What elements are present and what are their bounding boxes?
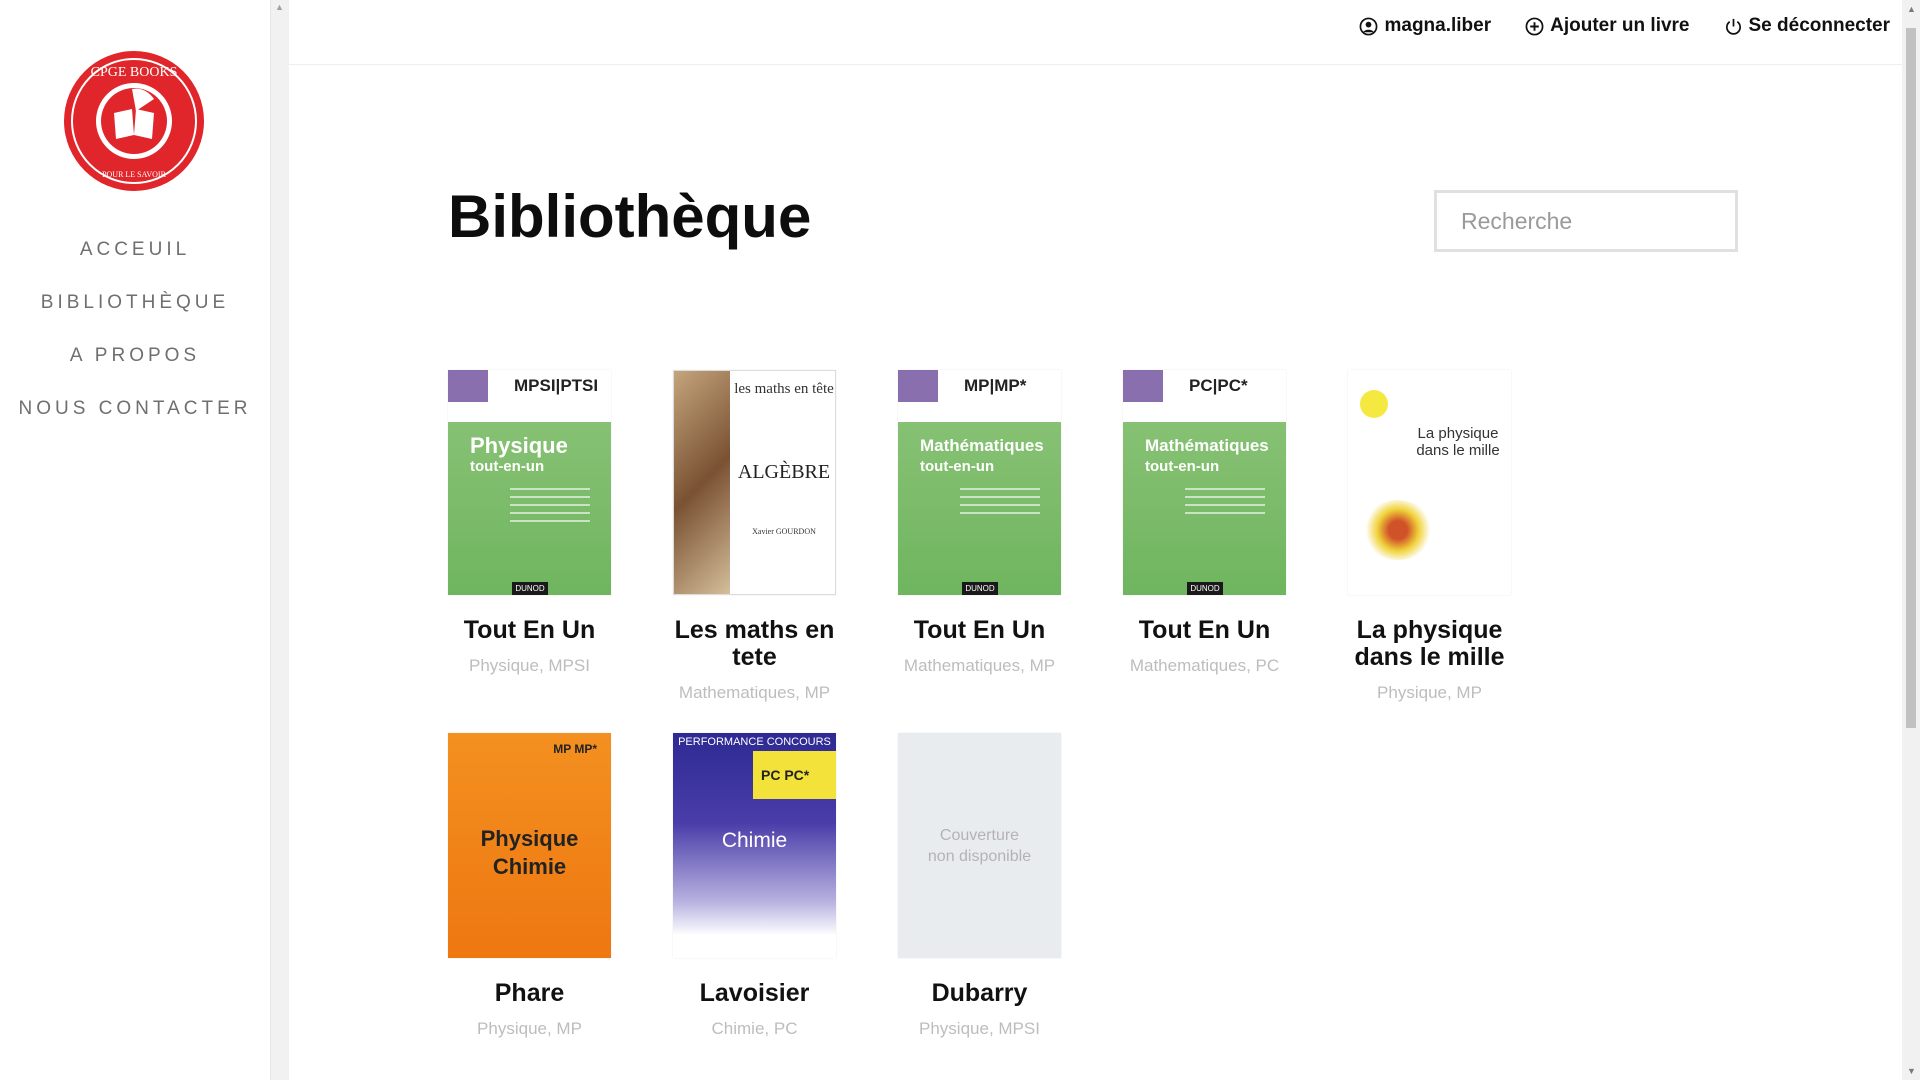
book-card[interactable]: PC|PC* Mathématiques tout-en-un DUNOD To… (1123, 370, 1286, 703)
book-tags: Mathematiques, PC (1129, 656, 1280, 675)
scrollbar-thumb[interactable] (1906, 28, 1916, 728)
book-title[interactable]: Les maths en tete (655, 617, 855, 671)
book-cover[interactable]: les maths en tête ALGÈBRE Xavier GOURDON (673, 370, 836, 595)
username-label: magna.liber (1384, 15, 1492, 36)
cover-badge (1360, 390, 1388, 418)
main-scrollbar[interactable]: ▲ ▼ (1902, 0, 1920, 1080)
cover-label: MP MP* (553, 742, 597, 756)
book-title[interactable]: Phare (430, 980, 630, 1007)
book-title[interactable]: Tout En Un (880, 617, 1080, 644)
book-title[interactable]: Tout En Un (430, 617, 630, 644)
sidebar: CPGE BOOKS POUR LE SAVOIR ACCEUIL BIBLIO… (0, 0, 270, 1080)
book-tags: Physique, MPSI (469, 656, 590, 675)
book-cover[interactable]: MP MP* Physique Chimie (448, 733, 611, 958)
power-icon (1725, 18, 1741, 35)
cover-text-lines (960, 488, 1040, 520)
nav-bibliotheque[interactable]: BIBLIOTHÈQUE (0, 289, 270, 342)
add-book-link[interactable]: Ajouter un livre (1525, 15, 1690, 37)
book-cover[interactable]: MP|MP* Mathématiques tout-en-un DUNOD (898, 370, 1061, 595)
cover-banner: PERFORMANCE CONCOURS (678, 736, 831, 748)
book-tags: Physique, MP (477, 1019, 582, 1038)
cover-main-title: Physique (470, 433, 568, 458)
book-title[interactable]: Lavoisier (655, 980, 855, 1007)
sidebar-scrollbar[interactable]: ▲ (270, 0, 289, 1080)
cover-badge (898, 370, 938, 402)
book-card[interactable]: MPSI|PTSI Physique tout-en-un DUNOD Tout… (448, 370, 611, 703)
book-title[interactable]: Dubarry (880, 980, 1080, 1007)
book-grid: MPSI|PTSI Physique tout-en-un DUNOD Tout… (448, 370, 1748, 1039)
book-card[interactable]: MP|MP* Mathématiques tout-en-un DUNOD To… (898, 370, 1061, 703)
cover-subtitle: tout-en-un (470, 458, 545, 475)
top-actions: magna.liber Ajouter un livre Se déconnec… (1359, 15, 1890, 37)
cover-publisher: DUNOD (512, 582, 548, 595)
cover-label: PC PC* (761, 767, 810, 783)
plus-circle-icon (1525, 17, 1544, 35)
sidebar-nav: ACCEUIL BIBLIOTHÈQUE A PROPOS NOUS CONTA… (0, 236, 270, 448)
book-card[interactable]: MP MP* Physique Chimie Phare Physique, M… (448, 733, 611, 1039)
user-profile-link[interactable]: magna.liber (1359, 15, 1491, 37)
cover-main-title: Chimie (721, 829, 788, 852)
scroll-up-arrow-icon[interactable]: ▲ (275, 2, 284, 12)
cover-main-title: Mathématiques (920, 436, 1044, 455)
book-tags: Mathematiques, MP (903, 656, 1056, 675)
cover-artwork (674, 371, 730, 594)
book-tags: Physique, MP (1377, 683, 1482, 702)
book-cover[interactable]: PC|PC* Mathématiques tout-en-un DUNOD (1123, 370, 1286, 595)
top-bar: magna.liber Ajouter un livre Se déconnec… (288, 0, 1902, 65)
cover-label: PC|PC* (1189, 376, 1248, 395)
cover-publisher: DUNOD (962, 582, 998, 595)
scroll-up-arrow-icon[interactable]: ▲ (1907, 4, 1916, 14)
cpge-books-logo[interactable]: CPGE BOOKS POUR LE SAVOIR (62, 49, 206, 193)
cover-unavailable-text: Couverture non disponible (927, 826, 1032, 865)
logo-text-top: CPGE BOOKS (91, 65, 178, 80)
cover-subtitle: tout-en-un (1145, 458, 1220, 475)
logout-label: Se déconnecter (1748, 15, 1891, 36)
search-input[interactable] (1434, 190, 1738, 252)
cover-badge (448, 370, 488, 402)
book-cover[interactable]: La physique dans le mille (1348, 370, 1511, 595)
cover-subtitle: tout-en-un (920, 458, 995, 475)
logout-link[interactable]: Se déconnecter (1724, 15, 1891, 37)
cover-main-title: ALGÈBRE (737, 461, 831, 483)
page-title: Bibliothèque (448, 183, 812, 250)
user-icon (1360, 17, 1378, 35)
book-tags: Chimie, PC (711, 1019, 798, 1038)
cover-series: les maths en tête (734, 381, 834, 397)
cover-publisher: DUNOD (1187, 582, 1223, 595)
book-card[interactable]: La physique dans le mille La physique da… (1348, 370, 1511, 703)
cover-author: Xavier GOURDON (752, 527, 816, 536)
cover-badge (1123, 370, 1163, 402)
cover-label: MPSI|PTSI (514, 376, 599, 395)
cover-main-title: La physique dans le mille (1416, 425, 1500, 459)
book-cover[interactable]: MPSI|PTSI Physique tout-en-un DUNOD (448, 370, 611, 595)
cover-label: MP|MP* (964, 376, 1027, 395)
book-card[interactable]: Couverture non disponible Dubarry Physiq… (898, 733, 1061, 1039)
cover-main-title: Physique Chimie (480, 826, 579, 879)
scroll-down-arrow-icon[interactable]: ▼ (1907, 1066, 1916, 1076)
cover-main-title: Mathématiques (1145, 436, 1269, 455)
nav-nous-contacter[interactable]: NOUS CONTACTER (0, 395, 270, 448)
book-tags: Physique, MPSI (919, 1019, 1040, 1038)
book-cover-placeholder[interactable]: Couverture non disponible (898, 733, 1061, 958)
cover-text-lines (1185, 488, 1265, 520)
book-card[interactable]: PERFORMANCE CONCOURS PC PC* Chimie Lavoi… (673, 733, 836, 1039)
add-book-label: Ajouter un livre (1550, 15, 1690, 36)
book-title[interactable]: La physique dans le mille (1330, 617, 1530, 671)
logo-text-bottom: POUR LE SAVOIR (102, 170, 167, 179)
nav-a-propos[interactable]: A PROPOS (0, 342, 270, 395)
book-cover[interactable]: PERFORMANCE CONCOURS PC PC* Chimie (673, 733, 836, 958)
book-tags: Mathematiques, MP (678, 683, 831, 702)
book-title[interactable]: Tout En Un (1105, 617, 1305, 644)
cover-text-lines (510, 488, 590, 528)
flower-image (1363, 500, 1433, 560)
nav-acceuil[interactable]: ACCEUIL (0, 236, 270, 289)
book-card[interactable]: les maths en tête ALGÈBRE Xavier GOURDON… (673, 370, 836, 703)
